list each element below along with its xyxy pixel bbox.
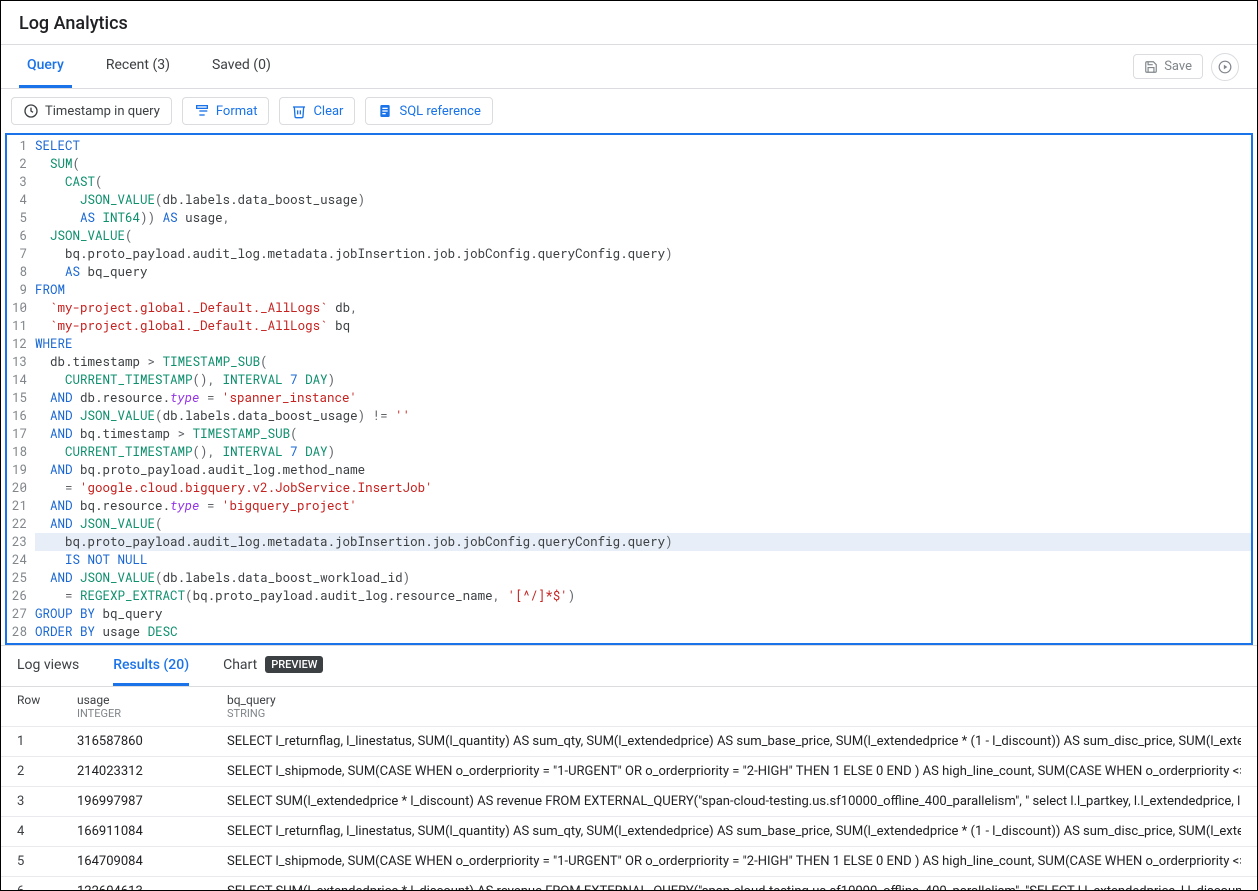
tab-saved[interactable]: Saved (0) [204,45,279,88]
cell-usage: 122604613 [77,884,227,890]
sql-ref-label: SQL reference [399,104,480,119]
col-bq-query-type: STRING [227,707,1241,720]
cell-bq-query: SELECT SUM(l_extendedprice * l_discount)… [227,794,1241,809]
table-row[interactable]: 1 316587860 SELECT l_returnflag, l_lines… [1,727,1257,757]
save-icon [1144,60,1158,74]
table-header: Row usage INTEGER bq_query STRING [1,687,1257,727]
cell-usage: 196997987 [77,794,227,809]
tab-query[interactable]: Query [19,45,72,88]
table-row[interactable]: 3 196997987 SELECT SUM(l_extendedprice *… [1,787,1257,817]
format-label: Format [216,104,258,119]
format-button[interactable]: Format [182,97,270,125]
tab-log-views[interactable]: Log views [17,657,79,686]
row-number: 1 [17,734,77,749]
cell-bq-query: SELECT l_shipmode, SUM(CASE WHEN o_order… [227,854,1241,869]
tab-recent[interactable]: Recent (3) [98,45,178,88]
save-button[interactable]: Save [1133,54,1203,79]
doc-icon [377,103,393,119]
cell-usage: 164709084 [77,854,227,869]
table-row[interactable]: 5 164709084 SELECT l_shipmode, SUM(CASE … [1,847,1257,877]
editor-toolbar: Timestamp in query Format Clear SQL refe… [1,89,1257,133]
results-tabs: Log views Results (20) Chart PREVIEW [1,645,1257,686]
clock-icon [23,103,39,119]
trash-icon [291,103,307,119]
row-number: 2 [17,764,77,779]
timestamp-button[interactable]: Timestamp in query [11,97,172,125]
clear-button[interactable]: Clear [279,97,355,125]
row-number: 5 [17,854,77,869]
cell-usage: 166911084 [77,824,227,839]
chart-label: Chart [223,657,257,673]
cell-bq-query: SELECT l_shipmode, SUM(CASE WHEN o_order… [227,764,1241,779]
run-button[interactable] [1211,53,1239,81]
header: Log Analytics [1,1,1257,45]
table-row[interactable]: 6 122604613 SELECT SUM(l_extendedprice *… [1,877,1257,890]
col-row: Row [17,693,77,707]
row-number: 3 [17,794,77,809]
main-tabs: Query Recent (3) Saved (0) Save [1,45,1257,89]
sql-reference-button[interactable]: SQL reference [365,97,492,125]
col-usage: usage [77,693,227,707]
format-icon [194,103,210,119]
timestamp-label: Timestamp in query [45,104,160,119]
clear-label: Clear [313,104,343,119]
tab-results[interactable]: Results (20) [113,657,189,686]
row-number: 4 [17,824,77,839]
row-number: 6 [17,884,77,890]
page-title: Log Analytics [19,13,1239,34]
preview-badge: PREVIEW [265,656,323,673]
table-row[interactable]: 4 166911084 SELECT l_returnflag, l_lines… [1,817,1257,847]
cell-usage: 214023312 [77,764,227,779]
cell-bq-query: SELECT l_returnflag, l_linestatus, SUM(l… [227,824,1241,839]
cell-bq-query: SELECT l_returnflag, l_linestatus, SUM(l… [227,734,1241,749]
save-label: Save [1164,59,1192,74]
cell-usage: 316587860 [77,734,227,749]
run-icon [1218,60,1232,74]
sql-editor[interactable]: 1SELECT 2 SUM( 3 CAST( 4 JSON_VALUE(db.l… [5,133,1253,645]
results-table: Row usage INTEGER bq_query STRING 1 3165… [1,686,1257,890]
table-row[interactable]: 2 214023312 SELECT l_shipmode, SUM(CASE … [1,757,1257,787]
col-usage-type: INTEGER [77,707,227,720]
col-bq-query: bq_query [227,693,1241,707]
tab-chart[interactable]: Chart PREVIEW [223,656,323,686]
cell-bq-query: SELECT SUM(l_extendedprice * l_discount)… [227,884,1241,890]
